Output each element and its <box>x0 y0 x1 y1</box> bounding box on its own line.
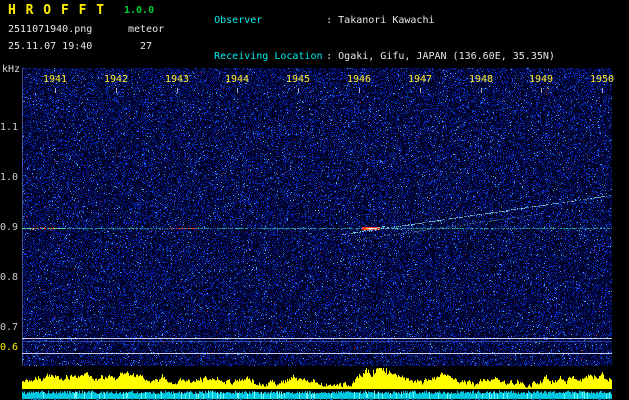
x-tick-label: 1949 <box>525 74 557 85</box>
app-version: 1.0.0 <box>124 5 154 16</box>
y-tick-label: 1.1 <box>0 122 18 133</box>
y-tick-label: 1.0 <box>0 172 18 183</box>
x-tick-label: 1946 <box>343 74 375 85</box>
observation-mode: meteor <box>128 24 164 35</box>
x-tick-label: 1942 <box>100 74 132 85</box>
y-tick-label: 0.8 <box>0 272 18 283</box>
x-tick-label: 1948 <box>465 74 497 85</box>
y-tick-label-bottom: 0.6 <box>0 342 18 353</box>
info-row: Observer: Takanori Kawachi <box>178 3 555 39</box>
echo-count: 27 <box>140 41 152 52</box>
hrofft-window: H R O F F T 1.0.0 2511071940.png meteor … <box>0 0 629 400</box>
x-tick-label: 1950 <box>586 74 618 85</box>
x-tick-label: 1941 <box>39 74 71 85</box>
output-filename: 2511071940.png <box>8 24 92 35</box>
y-tick-label: 0.7 <box>0 322 18 333</box>
signal-strength-canvas <box>22 368 612 400</box>
x-tick-label: 1945 <box>282 74 314 85</box>
info-label: Receiving Location <box>214 51 326 63</box>
y-axis-unit: kHz <box>2 64 20 75</box>
x-tick-label: 1943 <box>161 74 193 85</box>
spectrogram-canvas <box>22 68 612 366</box>
info-value: Takanori Kawachi <box>332 15 434 26</box>
app-title: H R O F F T <box>8 3 105 18</box>
x-tick-label: 1944 <box>221 74 253 85</box>
info-value: Ogaki, Gifu, JAPAN (136.60E, 35.35N) <box>332 51 555 62</box>
observation-datetime: 25.11.07 19:40 <box>8 41 92 52</box>
y-tick-label: 0.9 <box>0 222 18 233</box>
x-tick-label: 1947 <box>404 74 436 85</box>
info-label: Observer <box>214 15 326 27</box>
